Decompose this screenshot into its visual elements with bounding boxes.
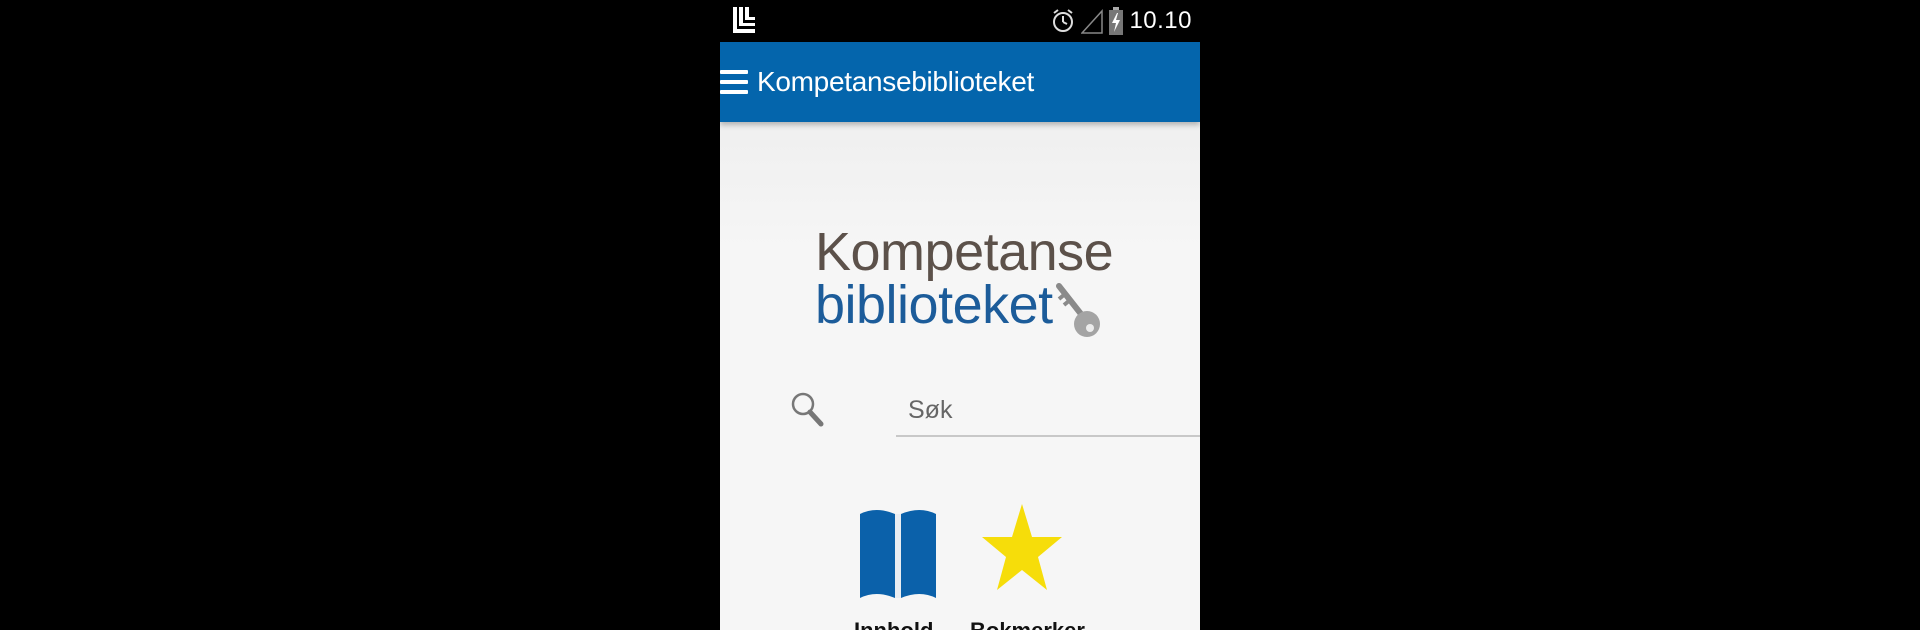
app-bar: Kompetansebiblioteket xyxy=(720,42,1200,122)
status-time: 10.10 xyxy=(1129,7,1192,34)
signal-icon xyxy=(1081,9,1104,34)
search-icon[interactable] xyxy=(790,391,824,427)
tile-label-innhold: Innhold xyxy=(854,618,933,630)
app-notification-icon xyxy=(733,7,755,33)
logo-text-line1: Kompetanse xyxy=(815,222,1114,282)
search-bar xyxy=(790,385,1200,440)
hamburger-menu-icon[interactable] xyxy=(720,68,748,96)
phone-screen: 10.10 Kompetansebiblioteket Kompetanse b… xyxy=(720,0,1200,630)
app-logo: Kompetanse biblioteket xyxy=(815,222,1115,342)
star-icon xyxy=(982,504,1062,590)
battery-charging-icon xyxy=(1109,7,1124,35)
search-input[interactable] xyxy=(896,385,1200,437)
app-bar-title: Kompetansebiblioteket xyxy=(757,66,1034,97)
logo-text-line2: biblioteket xyxy=(815,275,1053,335)
home-tiles: Innhold Bokmerker xyxy=(720,500,1200,630)
tile-label-bokmerker: Bokmerker xyxy=(970,618,1085,630)
status-icons: 10.10 xyxy=(1051,5,1192,37)
status-bar: 10.10 xyxy=(720,0,1200,42)
book-icon xyxy=(860,510,936,598)
alarm-icon xyxy=(1053,9,1074,32)
key-icon xyxy=(1056,283,1100,337)
